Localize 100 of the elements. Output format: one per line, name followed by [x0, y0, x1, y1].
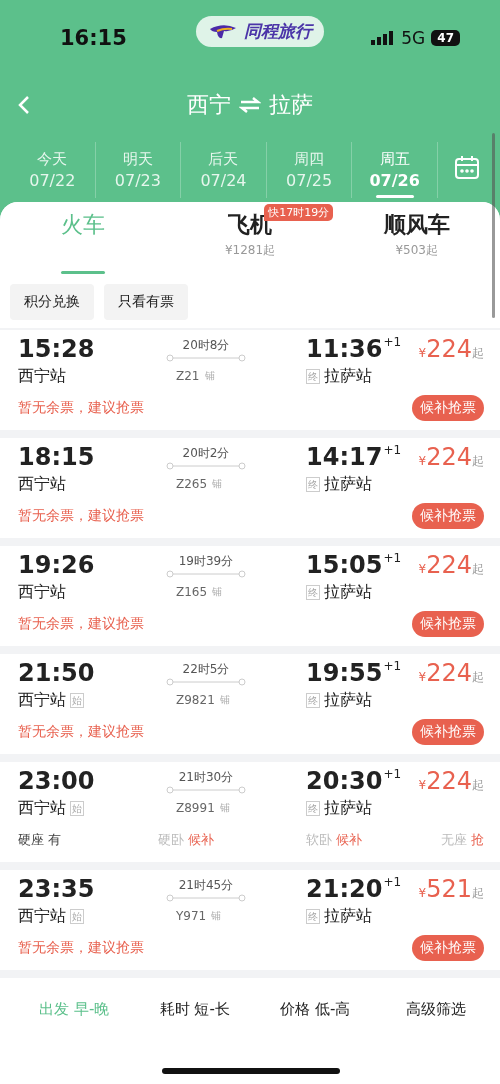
train-number: Z21 [176, 369, 200, 383]
back-icon[interactable] [18, 95, 30, 115]
depart-station: 西宁站 [18, 905, 66, 927]
transport-tab[interactable]: 顺风车 ¥503起 [333, 202, 500, 278]
depart-time: 23:35 [18, 875, 96, 903]
depart-station: 西宁站 [18, 473, 66, 495]
arrive-station: 拉萨站 [324, 473, 372, 495]
currency-sign: ¥ [418, 454, 427, 468]
terminal-badge: 终 [306, 908, 320, 924]
arrive-station: 拉萨站 [324, 689, 372, 711]
duration: 20时2分 [182, 444, 230, 462]
date-tab[interactable]: 后天 07/24 [181, 142, 267, 198]
depart-station: 西宁站 [18, 689, 66, 711]
duration: 22时5分 [182, 660, 230, 678]
destination-city[interactable]: 拉萨 [269, 90, 313, 120]
arrive-station: 拉萨站 [324, 905, 372, 927]
waitlist-button[interactable]: 候补抢票 [412, 935, 484, 961]
depart-station: 西宁站 [18, 581, 66, 603]
day-offset: +1 [383, 551, 402, 565]
berth-mark: 铺 [212, 585, 223, 599]
waitlist-button[interactable]: 候补抢票 [412, 719, 484, 745]
berth-mark: 铺 [212, 477, 223, 491]
status-time: 16:15 [60, 26, 128, 50]
arrive-time: 20:30 [306, 767, 383, 795]
day-offset: +1 [383, 335, 402, 349]
price: 224 [426, 551, 472, 579]
logo-icon [208, 22, 238, 40]
train-number: Y971 [176, 909, 207, 923]
price-suffix: 起 [472, 562, 484, 578]
duration: 20时8分 [182, 336, 230, 354]
arrive-station: 拉萨站 [324, 365, 372, 387]
seat-availability: 硬座 有 [18, 831, 62, 849]
arrive-time: 21:20 [306, 875, 383, 903]
arrive-time: 14:17 [306, 443, 383, 471]
currency-sign: ¥ [418, 670, 427, 684]
currency-sign: ¥ [418, 346, 427, 360]
waitlist-button[interactable]: 候补抢票 [412, 611, 484, 637]
swap-icon[interactable] [239, 97, 261, 113]
depart-time: 15:28 [18, 335, 96, 363]
train-number: Z165 [176, 585, 208, 599]
price-suffix: 起 [472, 454, 484, 470]
seat-availability: 软卧 候补 [306, 831, 363, 849]
day-offset: +1 [383, 443, 402, 457]
calendar-icon[interactable] [453, 155, 480, 181]
sort-option[interactable]: 高级筛选 [405, 1000, 466, 1019]
berth-mark: 铺 [204, 369, 215, 383]
filter-chip[interactable]: 只看有票 [104, 284, 188, 320]
filter-chip[interactable]: 积分兑换 [10, 284, 94, 320]
arrive-station: 拉萨站 [324, 797, 372, 819]
price-suffix: 起 [472, 346, 484, 362]
depart-time: 23:00 [18, 767, 96, 795]
duration: 21时30分 [178, 768, 234, 786]
depart-time: 21:50 [18, 659, 96, 687]
seat-availability: 硬卧 候补 [158, 831, 215, 849]
depart-station: 西宁站 [18, 365, 66, 387]
train-number: Z265 [176, 477, 208, 491]
price: 224 [426, 443, 472, 471]
terminal-badge: 终 [306, 692, 320, 708]
transport-tab[interactable]: 火车 [0, 202, 167, 278]
sort-option[interactable]: 耗时 短-长 [159, 1000, 230, 1019]
origin-badge: 始 [70, 908, 84, 924]
origin-badge: 始 [70, 692, 84, 708]
price: 224 [426, 659, 472, 687]
price: 521 [426, 875, 472, 903]
berth-mark: 铺 [211, 909, 222, 923]
duration: 19时39分 [178, 552, 234, 570]
network-type: 5G [401, 28, 426, 48]
scrollbar[interactable] [492, 133, 495, 318]
sort-option[interactable]: 价格 低-高 [280, 1000, 351, 1019]
train-number: Z9821 [176, 693, 215, 707]
date-tab[interactable]: 周五 07/26 [352, 142, 438, 198]
berth-mark: 铺 [219, 801, 230, 815]
arrive-time: 11:36 [306, 335, 383, 363]
currency-sign: ¥ [418, 562, 427, 576]
arrive-time: 15:05 [306, 551, 383, 579]
origin-badge: 始 [70, 800, 84, 816]
sold-out-notice: 暂无余票，建议抢票 [18, 723, 145, 741]
battery-level: 47 [431, 30, 460, 46]
date-tab[interactable]: 今天 07/22 [10, 142, 96, 198]
berth-mark: 铺 [219, 693, 230, 707]
date-tab[interactable]: 明天 07/23 [95, 142, 182, 198]
seat-availability: 无座 抢 [440, 831, 484, 849]
app-name: 同程旅行 [244, 19, 312, 43]
waitlist-button[interactable]: 候补抢票 [412, 395, 484, 421]
terminal-badge: 终 [306, 584, 320, 600]
sold-out-notice: 暂无余票，建议抢票 [18, 615, 145, 633]
price-suffix: 起 [472, 778, 484, 794]
arrive-station: 拉萨站 [324, 581, 372, 603]
price: 224 [426, 335, 472, 363]
train-number: Z8991 [176, 801, 215, 815]
day-offset: +1 [383, 659, 402, 673]
sort-option[interactable]: 出发 早-晚 [39, 1000, 110, 1019]
terminal-badge: 终 [306, 476, 320, 492]
day-offset: +1 [383, 875, 402, 889]
signal-icon [371, 30, 396, 46]
origin-city[interactable]: 西宁 [187, 90, 231, 120]
waitlist-button[interactable]: 候补抢票 [412, 503, 484, 529]
date-tab[interactable]: 周四 07/25 [266, 142, 353, 198]
currency-sign: ¥ [418, 886, 427, 900]
depart-time: 18:15 [18, 443, 96, 471]
